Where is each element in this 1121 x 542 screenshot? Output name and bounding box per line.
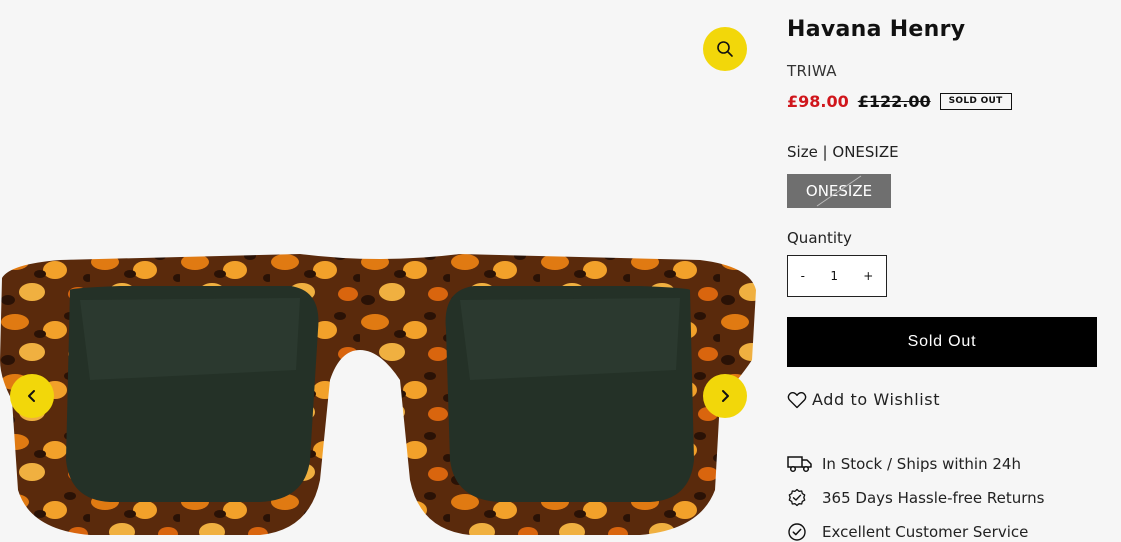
quantity-increase-button[interactable]: + <box>857 269 879 283</box>
product-vendor[interactable]: TRIWA <box>787 62 837 80</box>
zoom-button[interactable] <box>703 27 747 71</box>
product-image <box>0 254 756 535</box>
size-label: Size | ONESIZE <box>787 143 899 161</box>
add-to-wishlist-button[interactable]: Add to Wishlist <box>787 390 940 409</box>
quantity-label: Quantity <box>787 229 852 247</box>
sale-price: £98.00 <box>787 92 849 111</box>
next-image-button[interactable] <box>703 374 747 418</box>
product-gallery <box>0 0 760 542</box>
feature-text: Excellent Customer Service <box>822 523 1029 541</box>
feature-returns: 365 Days Hassle-free Returns <box>787 481 1044 515</box>
previous-image-button[interactable] <box>10 374 54 418</box>
price-row: £98.00 £122.00 SOLD OUT <box>787 92 1012 111</box>
search-icon <box>717 41 733 57</box>
feature-text: 365 Days Hassle-free Returns <box>822 489 1045 507</box>
feature-shipping: In Stock / Ships within 24h <box>787 447 1044 481</box>
chevron-left-icon <box>28 390 35 402</box>
quantity-input[interactable]: 1 <box>824 269 844 283</box>
product-title: Havana Henry <box>787 17 966 42</box>
sold-out-button[interactable]: Sold Out <box>787 317 1097 367</box>
wishlist-label: Add to Wishlist <box>812 390 941 409</box>
unavailable-strike <box>816 175 862 207</box>
feature-text: In Stock / Ships within 24h <box>822 455 1021 473</box>
quantity-stepper: - 1 + <box>787 255 887 297</box>
truck-icon <box>787 455 817 473</box>
compare-price: £122.00 <box>857 92 931 111</box>
quantity-decrease-button[interactable]: - <box>795 269 811 283</box>
product-info: Havana Henry TRIWA £98.00 £122.00 SOLD O… <box>787 0 1107 542</box>
badge-check-icon <box>787 488 817 508</box>
size-option-onesize[interactable]: ONESIZE <box>787 174 891 208</box>
sold-out-badge: SOLD OUT <box>939 93 1012 110</box>
product-page: Havana Henry TRIWA £98.00 £122.00 SOLD O… <box>0 0 1121 542</box>
feature-service: Excellent Customer Service <box>787 515 1044 542</box>
check-circle-icon <box>787 522 817 542</box>
chevron-right-icon <box>722 390 729 402</box>
feature-list: In Stock / Ships within 24h 365 Days Has… <box>787 447 1044 542</box>
heart-icon <box>787 391 807 408</box>
